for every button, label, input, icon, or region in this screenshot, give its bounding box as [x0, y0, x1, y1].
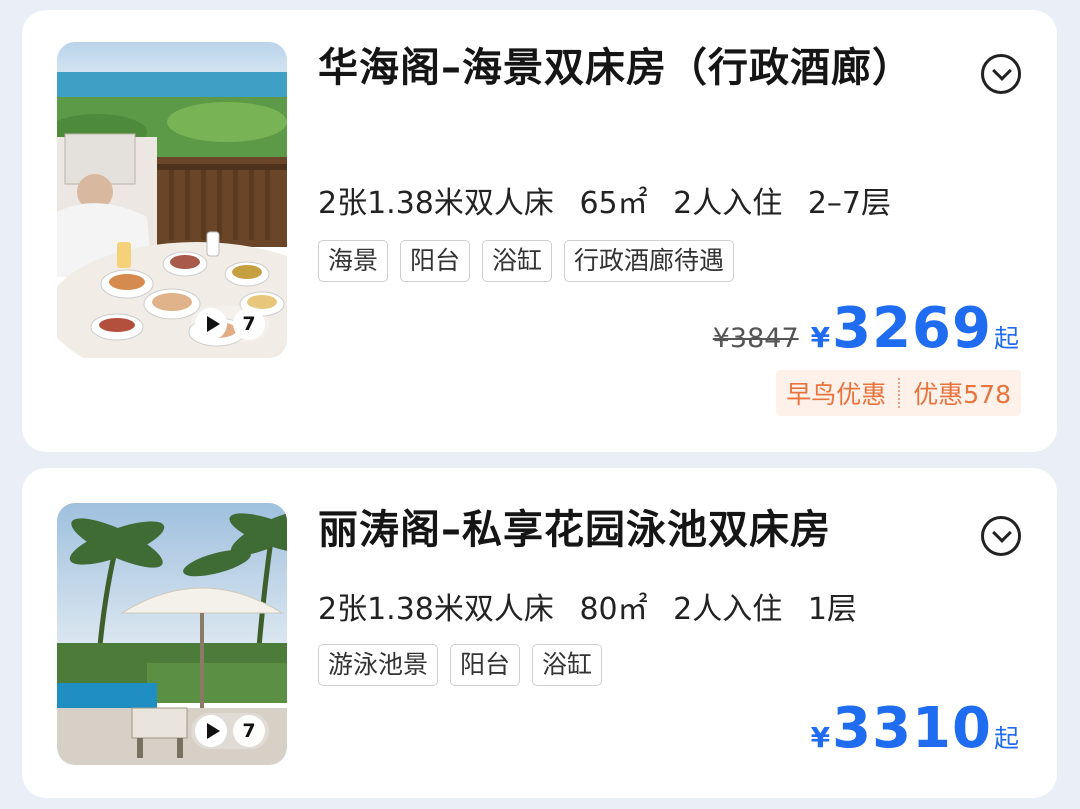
tag: 阳台 [450, 644, 521, 686]
price-suffix: 起 [993, 324, 1019, 353]
video-count: 7 [233, 715, 265, 747]
promo-discount: 优惠578 [913, 380, 1011, 409]
area-spec: 80㎡ [579, 592, 648, 627]
promo-divider [898, 378, 901, 408]
price-suffix: 起 [993, 724, 1019, 753]
chevron-down-icon[interactable] [981, 516, 1021, 556]
tag: 游泳池景 [318, 644, 439, 686]
tag: 阳台 [400, 240, 471, 282]
original-price: ¥3847 [712, 323, 799, 354]
room-photo[interactable]: 7 [57, 503, 287, 765]
room-specs: 2张1.38米双人床 80㎡ 2人入住 1层 [318, 584, 873, 628]
price[interactable]: ¥3847 ¥ 3269 起 [713, 296, 1019, 361]
play-icon[interactable] [195, 715, 227, 747]
play-icon[interactable] [195, 308, 227, 340]
area-spec: 65㎡ [579, 186, 648, 221]
room-specs: 2张1.38米双人床 65㎡ 2人入住 2–7层 [318, 178, 907, 222]
room-photo[interactable]: 7 [57, 42, 287, 358]
tag: 浴缸 [532, 644, 603, 686]
currency-symbol: ¥ [810, 721, 831, 754]
currency-symbol: ¥ [810, 321, 831, 354]
bed-spec: 2张1.38米双人床 [318, 592, 554, 627]
occupancy-spec: 2人入住 [673, 186, 783, 221]
price[interactable]: ¥ 3310 起 [811, 696, 1019, 761]
room-card[interactable]: 7 丽涛阁–私享花园泳池双床房 2张1.38米双人床 80㎡ 2人入住 1层 游… [22, 468, 1057, 798]
promo-badge: 早鸟优惠 优惠578 [776, 370, 1021, 416]
room-tags: 游泳池景 阳台 浴缸 [318, 644, 603, 686]
tag: 海景 [318, 240, 389, 282]
floor-spec: 1层 [807, 592, 857, 627]
room-title[interactable]: 华海阁–海景双床房（行政酒廊） [318, 38, 938, 98]
video-badge[interactable]: 7 [191, 306, 269, 342]
price-amount: 3269 [832, 296, 992, 361]
tag: 行政酒廊待遇 [564, 240, 735, 282]
floor-spec: 2–7层 [807, 186, 891, 221]
video-count: 7 [233, 308, 265, 340]
video-badge[interactable]: 7 [191, 713, 269, 749]
price-amount: 3310 [832, 696, 992, 761]
occupancy-spec: 2人入住 [673, 592, 783, 627]
room-card[interactable]: 7 华海阁–海景双床房（行政酒廊） 2张1.38米双人床 65㎡ 2人入住 2–… [22, 10, 1057, 452]
room-tags: 海景 阳台 浴缸 行政酒廊待遇 [318, 240, 735, 282]
room-title[interactable]: 丽涛阁–私享花园泳池双床房 [318, 500, 938, 560]
promo-label: 早鸟优惠 [786, 380, 887, 409]
bed-spec: 2张1.38米双人床 [318, 186, 554, 221]
tag: 浴缸 [482, 240, 553, 282]
chevron-down-icon[interactable] [981, 54, 1021, 94]
